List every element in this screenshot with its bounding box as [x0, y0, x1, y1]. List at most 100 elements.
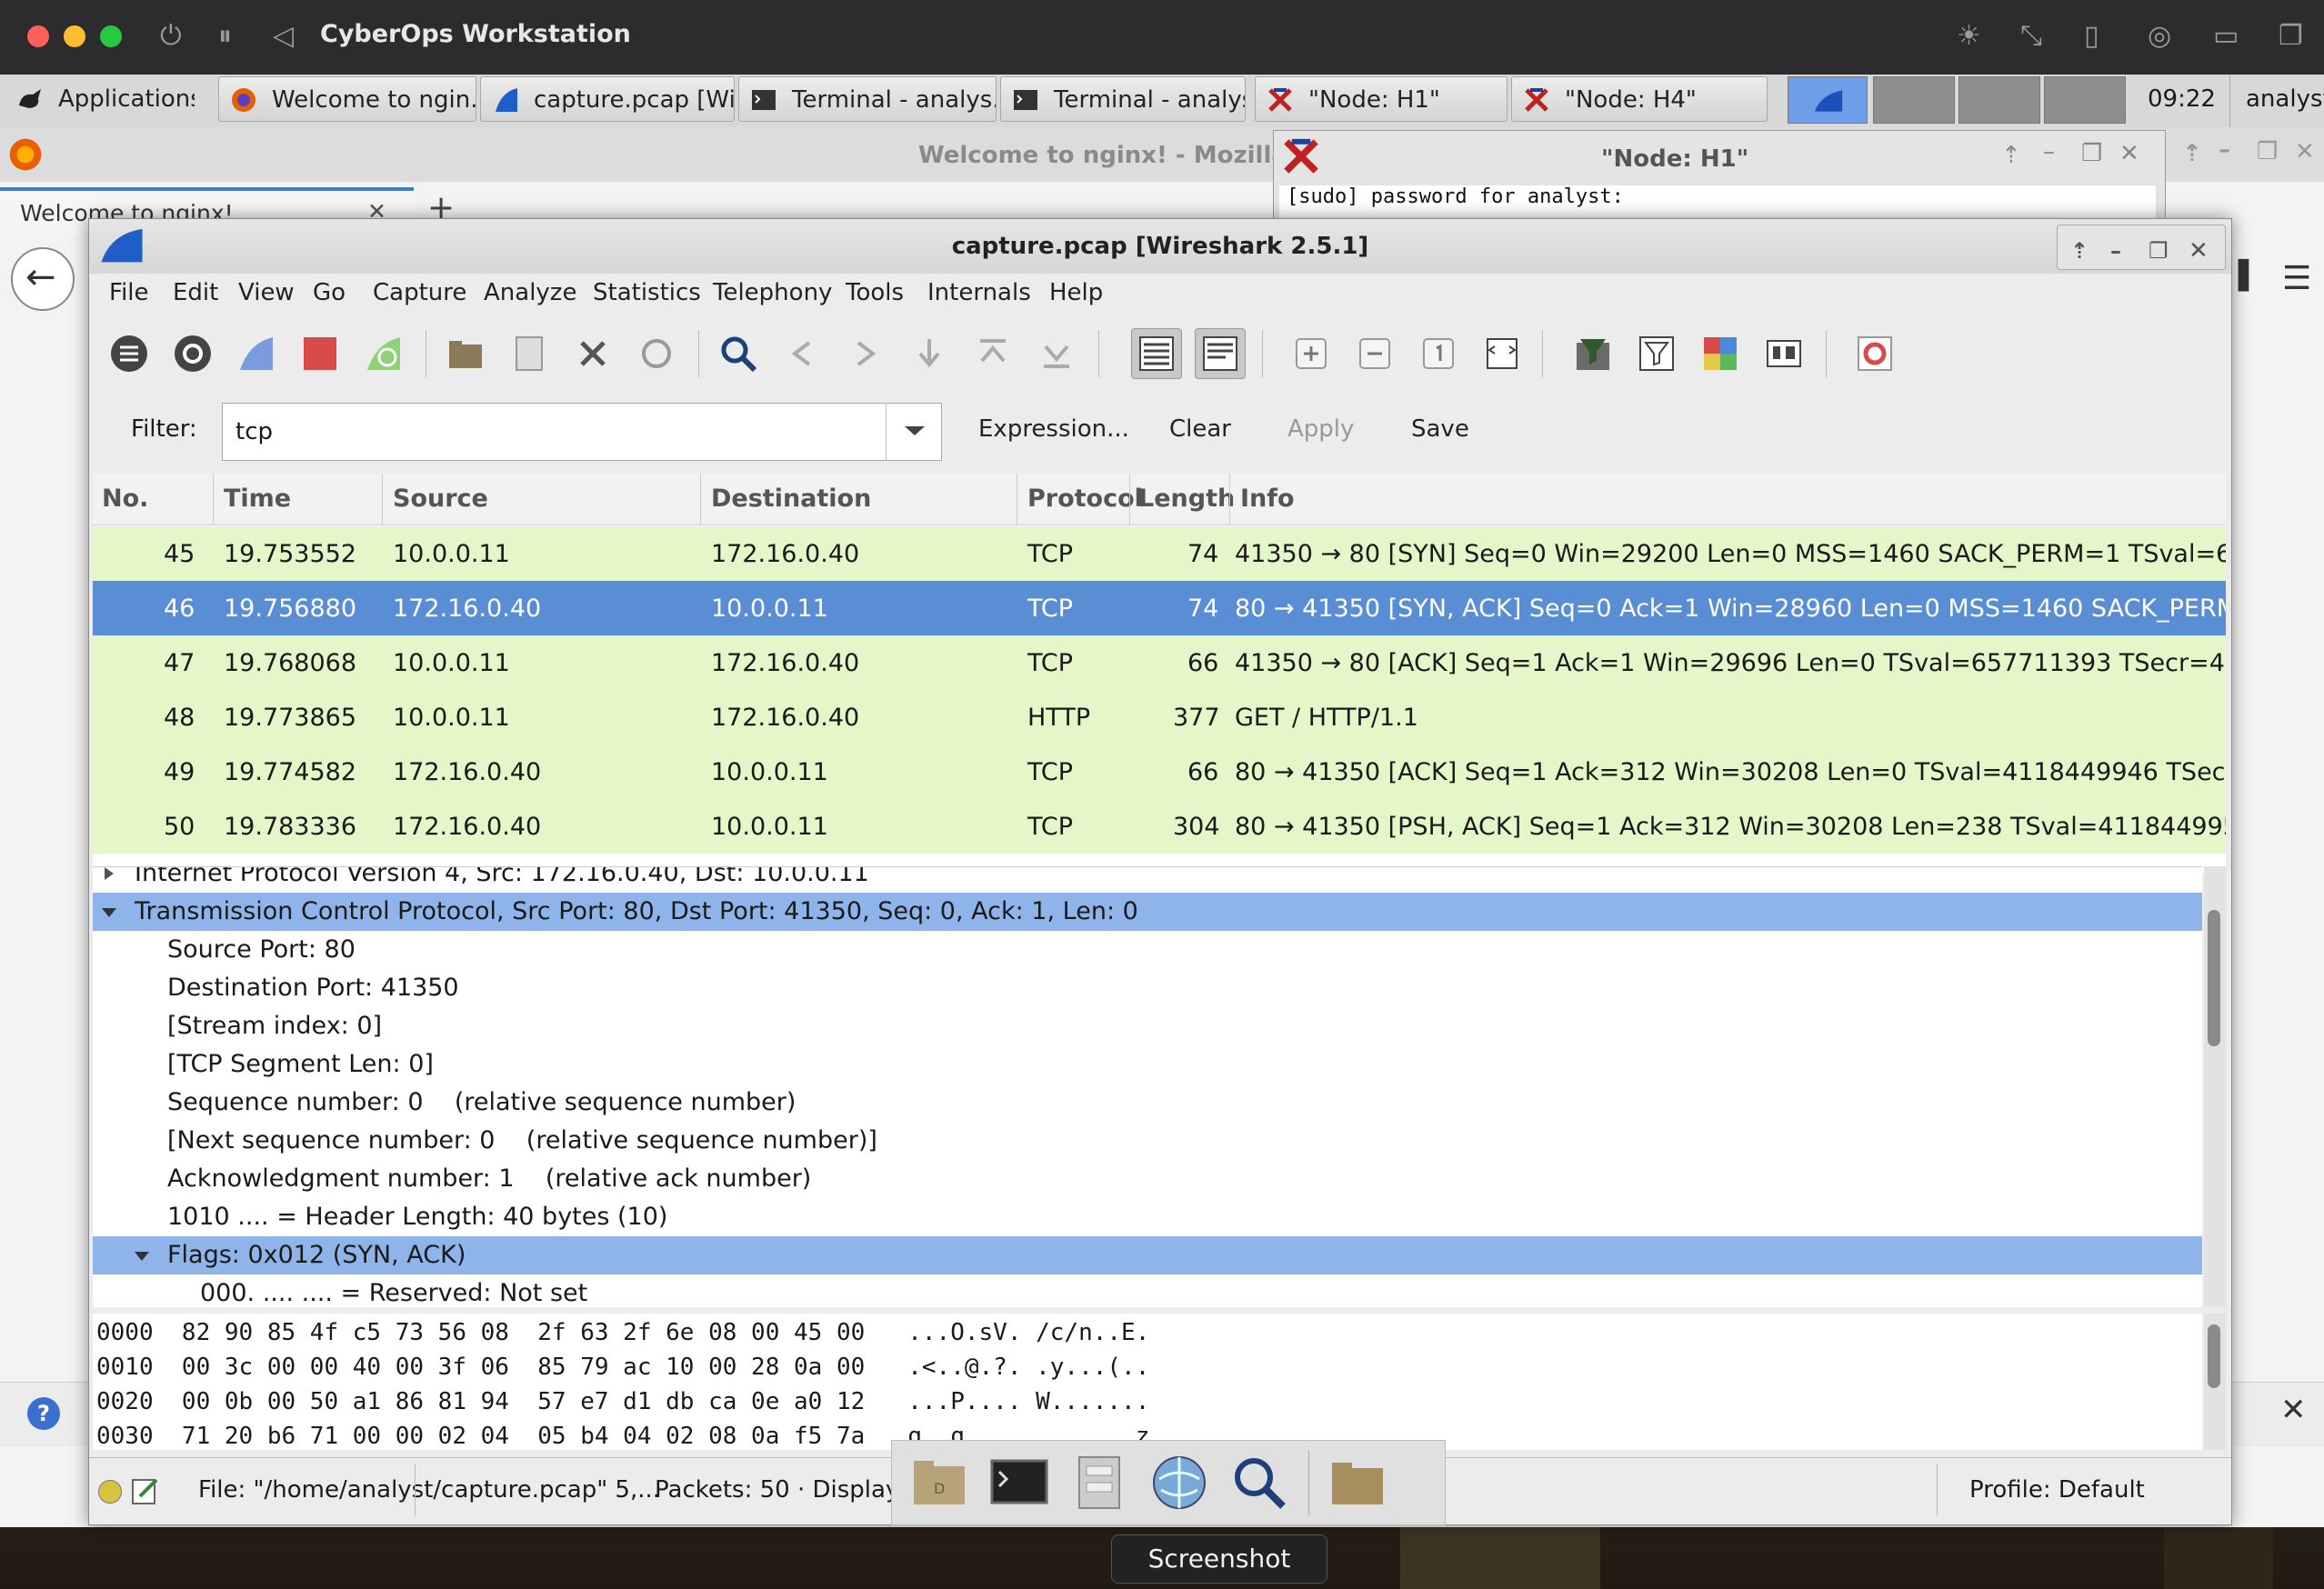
task-terminal-1[interactable]: Terminal - analys...: [738, 76, 997, 122]
find-packet-button[interactable]: [713, 328, 764, 379]
restart-capture-button[interactable]: [358, 328, 409, 379]
menu-telephony[interactable]: Telephony: [713, 279, 832, 306]
workspace-2[interactable]: [1873, 76, 1955, 124]
close-file-button[interactable]: [567, 328, 618, 379]
zoom-window-button[interactable]: [100, 25, 122, 47]
power-icon[interactable]: ⏻: [160, 20, 182, 52]
maximize-icon[interactable]: ❐: [2149, 224, 2169, 278]
tree-item-flags[interactable]: Flags: 0x012 (SYN, ACK): [93, 1236, 2202, 1274]
resize-columns-button[interactable]: [1477, 328, 1528, 379]
expression-button[interactable]: Expression...: [978, 415, 1129, 443]
clear-button[interactable]: Clear: [1169, 415, 1231, 443]
notification-close-icon[interactable]: ✕: [2280, 1392, 2307, 1428]
packet-row-selected[interactable]: 46 19.756880 172.16.0.40 10.0.0.11 TCP 7…: [93, 581, 2226, 635]
apply-button[interactable]: Apply: [1287, 415, 1354, 443]
column-destination[interactable]: Destination: [711, 485, 871, 513]
open-file-button[interactable]: [440, 328, 491, 379]
tree-field[interactable]: 000. .... .... = Reserved: Not set: [93, 1274, 2202, 1307]
home-folder-icon[interactable]: D: [910, 1454, 968, 1512]
tree-field[interactable]: Source Port: 80: [93, 931, 2202, 969]
first-packet-button[interactable]: [967, 328, 1018, 379]
zoom-in-button[interactable]: [1286, 328, 1337, 379]
display-filters-button[interactable]: [1631, 328, 1682, 379]
maximize-icon[interactable]: ❐: [2081, 140, 2102, 167]
user-menu[interactable]: analyst: [2246, 85, 2324, 113]
workspace-3[interactable]: [1958, 76, 2040, 124]
capture-options-button[interactable]: [167, 328, 218, 379]
column-info[interactable]: Info: [1240, 485, 1295, 513]
xterm-content[interactable]: [sudo] password for analyst:: [1279, 185, 2156, 222]
workspace-4[interactable]: [2044, 76, 2126, 124]
save-filter-button[interactable]: Save: [1411, 415, 1469, 443]
preferences-button[interactable]: [1758, 328, 1809, 379]
column-time[interactable]: Time: [224, 485, 291, 513]
interfaces-button[interactable]: [104, 328, 155, 379]
tree-field[interactable]: 1010 .... = Header Length: 40 bytes (10): [93, 1198, 2202, 1236]
scrollbar-thumb[interactable]: [2208, 1324, 2220, 1388]
go-forward-button[interactable]: [840, 328, 891, 379]
start-capture-button[interactable]: [231, 328, 282, 379]
autoscroll-button[interactable]: [1195, 328, 1246, 379]
scrollbar-thumb[interactable]: [2208, 910, 2220, 1046]
column-no[interactable]: No.: [102, 485, 148, 513]
folder-icon[interactable]: [1328, 1454, 1387, 1512]
close-icon[interactable]: ✕: [2295, 138, 2315, 165]
menu-go[interactable]: Go: [313, 279, 346, 306]
zoom-out-button[interactable]: [1349, 328, 1400, 379]
window-icon[interactable]: ❐: [2279, 20, 2303, 52]
network-icon[interactable]: ◎: [2148, 20, 2171, 52]
back-button[interactable]: ←: [11, 247, 75, 311]
applications-menu[interactable]: Applications: [5, 76, 195, 122]
stop-capture-button[interactable]: [295, 328, 346, 379]
go-to-packet-button[interactable]: [904, 328, 955, 379]
workspace-1[interactable]: [1788, 76, 1868, 124]
tree-field[interactable]: Sequence number: 0 (relative sequence nu…: [93, 1084, 2202, 1122]
menu-statistics[interactable]: Statistics: [593, 279, 701, 306]
folder-share-icon[interactable]: ▭: [2213, 20, 2239, 52]
search-icon[interactable]: [1230, 1454, 1288, 1512]
close-icon[interactable]: ✕: [2119, 140, 2139, 167]
tree-field[interactable]: Acknowledgment number: 1 (relative ack n…: [93, 1160, 2202, 1198]
tree-item-ip[interactable]: Internet Protocol Version 4, Src: 172.16…: [93, 867, 2202, 893]
column-length[interactable]: Length: [1138, 485, 1235, 513]
column-protocol[interactable]: Protocol: [1027, 485, 1143, 513]
tree-field[interactable]: [TCP Segment Len: 0]: [93, 1045, 2202, 1084]
task-terminal-2[interactable]: Terminal - analys...: [1000, 76, 1246, 122]
usb-icon[interactable]: ▯: [2084, 20, 2099, 52]
menu-capture[interactable]: Capture: [373, 279, 466, 306]
bytes-scrollbar[interactable]: [2204, 1314, 2226, 1450]
menu-edit[interactable]: Edit: [173, 279, 218, 306]
column-source[interactable]: Source: [393, 485, 488, 513]
terminal-icon[interactable]: [990, 1454, 1048, 1512]
window-up-icon[interactable]: ⇡: [2070, 224, 2089, 278]
tree-field[interactable]: [Next sequence number: 0 (relative seque…: [93, 1122, 2202, 1160]
edit-comment-icon[interactable]: [131, 1476, 160, 1505]
menu-analyze[interactable]: Analyze: [484, 279, 576, 306]
menu-view[interactable]: View: [238, 279, 295, 306]
menu-help[interactable]: Help: [1049, 279, 1103, 306]
packet-row[interactable]: 49 19.774582 172.16.0.40 10.0.0.11 TCP 6…: [93, 745, 2226, 799]
packet-row[interactable]: 45 19.753552 10.0.0.11 172.16.0.40 TCP 7…: [93, 526, 2226, 581]
go-back-button[interactable]: [776, 328, 827, 379]
web-browser-icon[interactable]: [1150, 1454, 1208, 1512]
packet-row[interactable]: 50 19.783336 172.16.0.40 10.0.0.11 TCP 3…: [93, 799, 2226, 854]
filter-history-dropdown[interactable]: [886, 403, 943, 461]
status-indicator-icon[interactable]: [98, 1480, 122, 1504]
coloring-rules-button[interactable]: [1695, 328, 1746, 379]
minimize-icon[interactable]: –: [2110, 224, 2121, 278]
packet-bytes[interactable]: 0000 82 90 85 4f c5 73 56 08 2f 63 2f 6e…: [93, 1314, 2202, 1450]
tree-field[interactable]: Destination Port: 41350: [93, 969, 2202, 1007]
colorize-button[interactable]: [1131, 328, 1182, 379]
last-packet-button[interactable]: [1031, 328, 1082, 379]
menu-tools[interactable]: Tools: [846, 279, 904, 306]
status-profile[interactable]: Profile: Default: [1969, 1476, 2145, 1504]
save-file-button[interactable]: [504, 328, 555, 379]
file-manager-icon[interactable]: [1070, 1454, 1128, 1512]
back-icon[interactable]: ◁: [273, 20, 294, 52]
maximize-icon[interactable]: ❐: [2257, 138, 2278, 165]
task-node-h1[interactable]: "Node: H1": [1255, 76, 1508, 122]
task-node-h4[interactable]: "Node: H4": [1511, 76, 1768, 122]
display-filter-input[interactable]: tcp: [222, 403, 942, 461]
minimize-icon[interactable]: –: [2043, 138, 2055, 165]
window-up-icon[interactable]: ⇡: [2182, 140, 2202, 167]
